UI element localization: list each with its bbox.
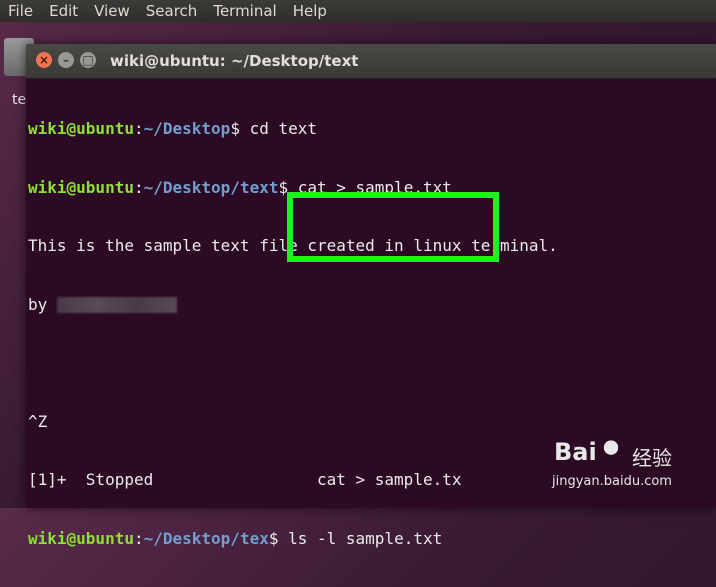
window-title: wiki@ubuntu: ~/Desktop/text	[110, 52, 359, 70]
paw-icon	[598, 432, 624, 458]
window-titlebar[interactable]: × – □ wiki@ubuntu: ~/Desktop/text	[26, 44, 716, 79]
terminal-line-3: This is the sample text file created in …	[28, 236, 558, 255]
prompt-path: ~/Desktop/tex	[143, 528, 269, 548]
maximize-button[interactable]: □	[80, 52, 96, 68]
prompt-user: wiki@ubuntu	[28, 528, 134, 548]
prompt-command: $ cd text	[230, 119, 318, 138]
desktop-folder-label: te	[12, 92, 27, 108]
baidu-watermark: Bai 经验 jingyan.baidu.com	[548, 432, 708, 492]
prompt-path: ~/Desktop	[143, 119, 231, 138]
menu-help[interactable]: Help	[293, 2, 327, 20]
output-text: by	[28, 294, 57, 314]
prompt-sep: :	[133, 119, 144, 138]
prompt-user: wiki@ubuntu	[28, 119, 134, 138]
prompt-command: $ cat > sample.txt	[278, 177, 452, 197]
terminal-line-6: ^Z	[28, 411, 48, 431]
prompt-sep: :	[133, 528, 144, 548]
watermark-logo: Bai	[554, 438, 597, 466]
terminal-line-5	[28, 353, 716, 373]
menu-edit[interactable]: Edit	[49, 2, 78, 20]
terminal-line-4: by	[28, 295, 716, 315]
menu-search[interactable]: Search	[146, 2, 198, 20]
menu-file[interactable]: File	[8, 2, 33, 20]
watermark-cn: 经验	[632, 446, 672, 470]
menu-view[interactable]: View	[94, 2, 130, 20]
menu-terminal[interactable]: Terminal	[213, 2, 276, 20]
terminal-line-2: wiki@ubuntu:~/Desktop/text$ cat > sample…	[28, 178, 716, 198]
prompt-sep: :	[133, 177, 144, 197]
terminal-output[interactable]: wiki@ubuntu:~/Desktop$ cd text wiki@ubun…	[28, 80, 716, 587]
terminal-line-1: wiki@ubuntu:~/Desktop$ cd text	[28, 119, 716, 139]
redacted-name	[56, 297, 177, 313]
close-button[interactable]: ×	[36, 52, 52, 68]
watermark-url: jingyan.baidu.com	[552, 474, 672, 489]
prompt-user: wiki@ubuntu	[28, 177, 134, 197]
minimize-button[interactable]: –	[58, 52, 74, 68]
terminal-line-8: wiki@ubuntu:~/Desktop/tex$ ls -l sample.…	[28, 529, 716, 549]
top-menubar: File Edit View Search Terminal Help	[0, 0, 716, 22]
prompt-path: ~/Desktop/text	[143, 177, 279, 197]
prompt-command: $ ls -l sample.txt	[268, 528, 443, 548]
